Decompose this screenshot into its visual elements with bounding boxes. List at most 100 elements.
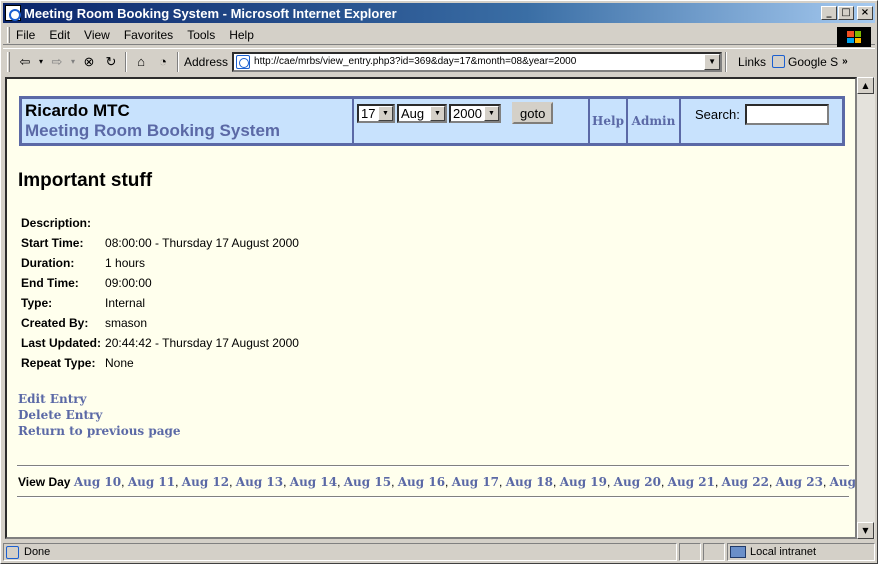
vertical-scrollbar[interactable]: ▲ ▼: [857, 77, 875, 539]
edit-entry-link[interactable]: Edit Entry: [18, 391, 181, 407]
dropdown-arrow-icon[interactable]: ▼: [378, 106, 393, 121]
month-select-value: Aug: [401, 106, 425, 121]
day-link[interactable]: Aug 16: [398, 475, 445, 489]
dropdown-arrow-icon[interactable]: ▼: [430, 106, 445, 121]
day-link[interactable]: Aug 12: [182, 475, 229, 489]
day-link[interactable]: Aug 18: [506, 475, 553, 489]
back-arrow-icon[interactable]: ⇦: [14, 52, 36, 72]
links-bar: Links Google S »: [738, 55, 848, 69]
divider: [17, 496, 849, 498]
home-icon[interactable]: ⌂: [130, 52, 152, 72]
address-url[interactable]: http://cae/mrbs/view_entry.php3?id=369&d…: [254, 56, 576, 67]
status-text: Done: [24, 546, 51, 558]
refresh-icon[interactable]: ↻: [100, 52, 122, 72]
menu-tools[interactable]: Tools: [187, 28, 215, 42]
detail-label: Type:: [21, 296, 53, 310]
day-select[interactable]: 17 ▼: [357, 104, 395, 123]
detail-value: [103, 213, 301, 233]
year-select-value: 2000: [453, 106, 482, 121]
day-separator: ,: [229, 475, 236, 489]
forward-dropdown-icon[interactable]: ▾: [68, 52, 78, 72]
delete-entry-link[interactable]: Delete Entry: [18, 407, 181, 423]
detail-label: Duration:: [21, 256, 75, 270]
day-link[interactable]: Aug 22: [722, 475, 769, 489]
menu-view[interactable]: View: [84, 28, 110, 42]
goto-button[interactable]: goto: [512, 102, 554, 124]
status-bar: Done Local intranet: [3, 542, 875, 562]
google-link[interactable]: Google S: [772, 55, 838, 69]
entry-actions: Edit Entry Delete Entry Return to previo…: [18, 391, 181, 439]
year-select[interactable]: 2000 ▼: [449, 104, 501, 123]
detail-value: 20:44:42 - Thursday 17 August 2000: [105, 336, 299, 350]
return-link[interactable]: Return to previous page: [18, 423, 181, 439]
scroll-up-icon[interactable]: ▲: [857, 77, 874, 94]
divider: [17, 465, 849, 467]
day-separator: ,: [445, 475, 452, 489]
month-select[interactable]: Aug ▼: [397, 104, 447, 123]
detail-row: Type: Internal: [19, 293, 301, 313]
detail-row: Created By: smason: [19, 313, 301, 333]
day-link[interactable]: Aug 21: [668, 475, 715, 489]
menu-file[interactable]: File: [16, 28, 35, 42]
day-link[interactable]: Aug 17: [452, 475, 499, 489]
day-link[interactable]: Aug 10: [74, 475, 121, 489]
minimize-button[interactable]: _: [821, 6, 837, 20]
day-link[interactable]: Aug 24: [830, 475, 855, 489]
entry-title: Important stuff: [18, 170, 153, 191]
detail-row: Repeat Type: None: [19, 353, 301, 373]
maximize-button[interactable]: □: [838, 6, 854, 20]
detail-label: End Time:: [21, 276, 79, 290]
day-link[interactable]: Aug 11: [128, 475, 175, 489]
back-dropdown-icon[interactable]: ▾: [36, 52, 46, 72]
day-separator: ,: [283, 475, 290, 489]
scroll-down-icon[interactable]: ▼: [857, 522, 874, 539]
day-links: Aug 10, Aug 11, Aug 12, Aug 13, Aug 14, …: [74, 475, 855, 489]
company-name: Ricardo MTC: [25, 101, 130, 120]
history-icon[interactable]: ◔: [152, 52, 174, 72]
intranet-icon: [730, 546, 746, 558]
menu-edit[interactable]: Edit: [49, 28, 70, 42]
chevron-right-icon[interactable]: »: [842, 56, 848, 67]
system-name-link[interactable]: Meeting Room Booking System: [25, 120, 352, 142]
detail-row: Last Updated: 20:44:42 - Thursday 17 Augu…: [19, 333, 301, 353]
menu-grip: [7, 26, 10, 43]
forward-arrow-icon[interactable]: ⇨: [46, 52, 68, 72]
detail-value: smason: [105, 316, 148, 330]
close-button[interactable]: ×: [857, 6, 873, 20]
links-label[interactable]: Links: [738, 55, 766, 69]
day-link[interactable]: Aug 19: [560, 475, 607, 489]
day-separator: ,: [660, 475, 668, 489]
search-input[interactable]: [744, 104, 829, 125]
help-link[interactable]: Help: [590, 99, 628, 143]
detail-row: Start Time: 08:00:00 - Thursday 17 August…: [19, 233, 301, 253]
zone-label: Local intranet: [750, 546, 817, 558]
page-icon: [236, 54, 251, 69]
status-zone: Local intranet: [727, 543, 875, 561]
address-bar[interactable]: http://cae/mrbs/view_entry.php3?id=369&d…: [232, 51, 723, 72]
title-bar: Meeting Room Booking System - Microsoft …: [3, 3, 875, 23]
detail-row: End Time: 09:00:00: [19, 273, 301, 293]
detail-row: Duration: 1 hours: [19, 253, 301, 273]
stop-icon[interactable]: ⊗: [78, 52, 100, 72]
status-main: Done: [3, 543, 677, 561]
day-link[interactable]: Aug 23: [776, 475, 823, 489]
view-day-label: View Day: [18, 475, 71, 489]
admin-link[interactable]: Admin: [628, 99, 681, 143]
menu-favorites[interactable]: Favorites: [124, 28, 173, 42]
search-cell: Search:: [681, 99, 842, 143]
day-link[interactable]: Aug 15: [344, 475, 391, 489]
detail-value: 09:00:00: [105, 276, 152, 290]
toolbar-separator: [725, 51, 728, 72]
day-link[interactable]: Aug 14: [290, 475, 337, 489]
detail-value: 1 hours: [105, 256, 146, 270]
day-link[interactable]: Aug 20: [614, 475, 661, 489]
dropdown-arrow-icon[interactable]: ▼: [484, 106, 499, 121]
day-link[interactable]: Aug 13: [236, 475, 283, 489]
day-separator: ,: [553, 475, 560, 489]
day-separator: ,: [121, 475, 128, 489]
day-separator: ,: [337, 475, 344, 489]
toolbar-grip: [7, 51, 10, 72]
menu-help[interactable]: Help: [229, 28, 254, 42]
search-label: Search:: [695, 107, 740, 122]
address-dropdown-icon[interactable]: ▼: [704, 53, 721, 70]
